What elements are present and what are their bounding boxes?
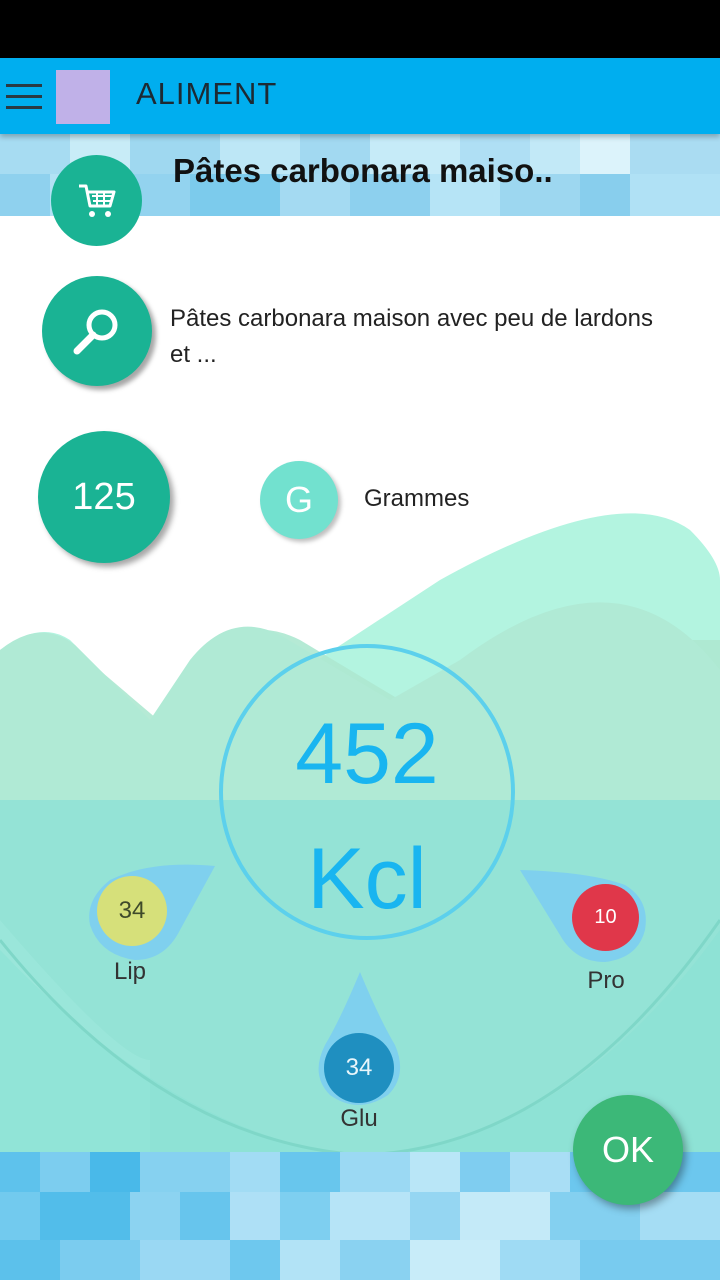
unit-button[interactable]: G xyxy=(260,461,338,539)
app-bar: ALIMENT xyxy=(0,58,720,134)
quantity-button[interactable]: 125 xyxy=(38,431,170,563)
glucide-label: Glu xyxy=(340,1105,378,1132)
energy-value: 452 xyxy=(295,706,439,802)
food-title: Pâtes carbonara maiso.. xyxy=(173,152,553,189)
status-bar xyxy=(0,0,720,58)
app-thumbnail xyxy=(56,70,110,124)
protein-label: Pro xyxy=(587,967,625,994)
protein-badge[interactable]: 10 xyxy=(572,884,639,951)
food-description: Pâtes carbonara maison avec peu de lardo… xyxy=(170,305,653,368)
cart-icon xyxy=(78,184,115,217)
glucide-badge[interactable]: 34 xyxy=(324,1033,394,1103)
menu-icon[interactable] xyxy=(6,80,44,112)
energy-unit: Kcl xyxy=(307,831,427,927)
unit-label: Grammes xyxy=(364,485,470,512)
lipid-label: Lip xyxy=(113,958,147,985)
lipid-badge[interactable]: 34 xyxy=(97,876,167,946)
search-icon xyxy=(73,309,118,355)
page-title: ALIMENT xyxy=(136,76,278,111)
cart-button[interactable] xyxy=(51,155,142,246)
search-button[interactable] xyxy=(42,276,152,386)
ok-button[interactable]: OK xyxy=(573,1095,683,1205)
